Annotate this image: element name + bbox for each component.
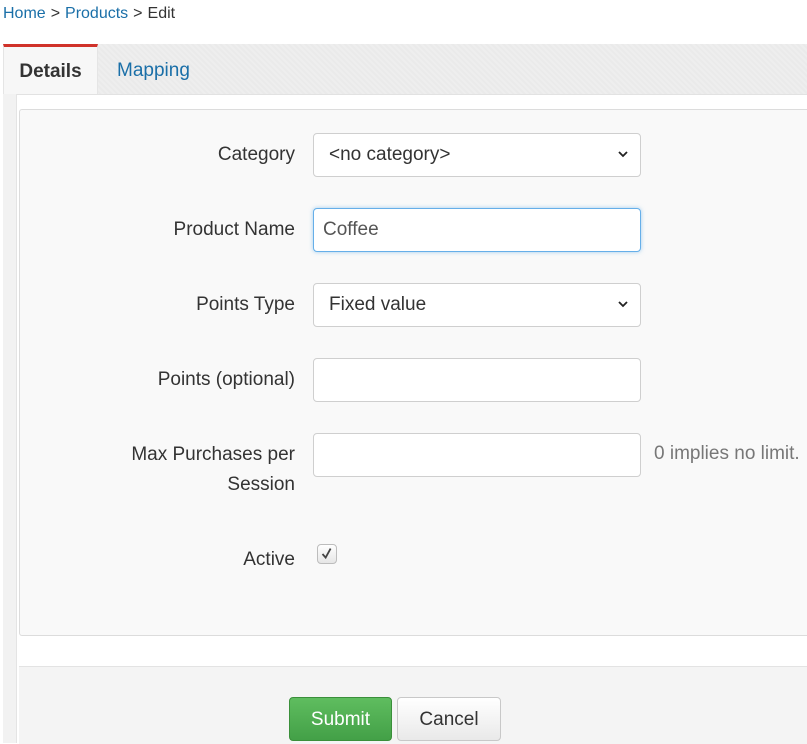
breadcrumb: Home > Products > Edit xyxy=(3,4,175,24)
breadcrumb-home-link[interactable]: Home xyxy=(3,5,46,22)
breadcrumb-current: Edit xyxy=(147,5,176,22)
category-label: Category xyxy=(217,144,295,165)
form-actions: Submit Cancel xyxy=(19,666,807,744)
points-input[interactable] xyxy=(313,358,641,402)
tab-bar: Details Mapping xyxy=(3,44,807,95)
breadcrumb-separator: > xyxy=(50,5,61,22)
max-purchases-input[interactable] xyxy=(313,433,641,477)
details-form-panel: Category <no category> Product Name Poin… xyxy=(19,109,807,636)
cancel-button[interactable]: Cancel xyxy=(397,697,501,741)
active-label: Active xyxy=(243,549,295,570)
chevron-down-icon xyxy=(618,151,628,158)
points-type-select[interactable]: Fixed value xyxy=(313,283,641,327)
points-label: Points (optional) xyxy=(157,369,295,390)
breadcrumb-products-link[interactable]: Products xyxy=(65,5,128,22)
check-icon xyxy=(321,548,332,560)
category-select[interactable]: <no category> xyxy=(313,133,641,177)
points-type-select-value: Fixed value xyxy=(329,294,427,315)
tab-details[interactable]: Details xyxy=(3,44,98,94)
points-type-label: Points Type xyxy=(196,294,295,315)
max-purchases-label-line2: Session xyxy=(227,474,295,495)
chevron-down-icon xyxy=(618,301,628,308)
product-name-input[interactable] xyxy=(313,208,641,252)
left-rail xyxy=(3,94,17,743)
tab-mapping[interactable]: Mapping xyxy=(117,44,190,94)
submit-button[interactable]: Submit xyxy=(289,697,392,741)
breadcrumb-separator: > xyxy=(133,5,143,22)
category-select-value: <no category> xyxy=(329,144,451,165)
max-purchases-label-line1: Max Purchases per xyxy=(131,444,295,465)
max-purchases-hint: 0 implies no limit. xyxy=(654,443,800,464)
product-name-label: Product Name xyxy=(173,219,295,240)
active-checkbox[interactable] xyxy=(317,544,337,564)
